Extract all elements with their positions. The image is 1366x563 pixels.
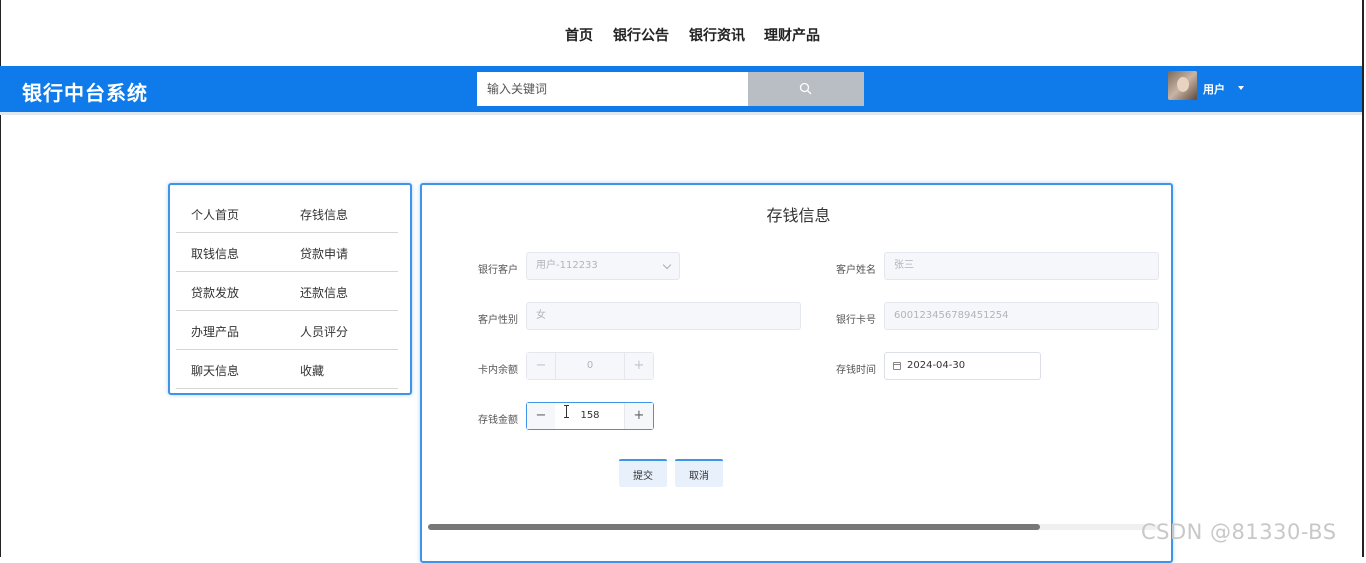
bank-customer-value: 用户-112233 — [536, 260, 598, 271]
deposit-form-panel: 存钱信息 银行客户 用户-112233 客户姓名 张三 客户性别 女 银行卡号 … — [420, 183, 1173, 563]
header-bar: 银行中台系统 用户 — [0, 66, 1362, 112]
nav-announcements[interactable]: 银行公告 — [613, 25, 669, 45]
amount-label: 存钱金额 — [478, 415, 518, 426]
page-title: 存钱信息 — [766, 206, 831, 225]
search-button[interactable] — [748, 72, 864, 106]
chevron-down-icon — [662, 260, 672, 270]
search-icon — [799, 82, 812, 95]
bank-customer-label: 银行客户 — [478, 265, 518, 276]
submit-button[interactable]: 提交 — [619, 459, 667, 487]
plus-icon[interactable]: + — [624, 353, 653, 379]
bank-customer-select[interactable]: 用户-112233 — [526, 252, 680, 280]
card-number-field[interactable]: 600123456789451254 — [884, 302, 1159, 330]
plus-icon[interactable]: + — [624, 403, 653, 429]
card-number-value: 600123456789451254 — [894, 310, 1009, 321]
watermark: CSDN @81330-BS — [1141, 520, 1337, 544]
sidebar-row: 聊天信息 收藏 — [176, 349, 398, 389]
sidebar-row: 办理产品 人员评分 — [176, 310, 398, 350]
nav-finance-products[interactable]: 理财产品 — [764, 25, 820, 45]
minus-icon[interactable]: − — [527, 403, 556, 429]
amount-stepper[interactable]: − 158 + — [526, 402, 654, 430]
sidebar-row: 贷款发放 还款信息 — [176, 271, 398, 311]
sidebar-item-handle-product[interactable]: 办理产品 — [191, 323, 239, 340]
calendar-icon — [893, 362, 901, 370]
customer-name-field[interactable]: 张三 — [884, 252, 1159, 280]
sidebar-row: 个人首页 存钱信息 — [176, 193, 398, 233]
sidebar-item-chat-info[interactable]: 聊天信息 — [191, 362, 239, 379]
sidebar-menu: 个人首页 存钱信息 取钱信息 贷款申请 贷款发放 还款信息 办理产品 人员评分 … — [168, 183, 412, 395]
gender-value: 女 — [536, 310, 546, 321]
site-title: 银行中台系统 — [22, 81, 148, 105]
minus-icon[interactable]: − — [527, 353, 556, 379]
sidebar-item-repayment-info[interactable]: 还款信息 — [300, 284, 348, 301]
gender-field[interactable]: 女 — [526, 302, 801, 330]
customer-name-label: 客户姓名 — [836, 265, 876, 276]
sidebar-item-withdraw-info[interactable]: 取钱信息 — [191, 245, 239, 262]
deposit-time-value: 2024-04-30 — [907, 360, 966, 371]
top-nav: 首页 银行公告 银行资讯 理财产品 — [0, 0, 1366, 66]
cancel-button[interactable]: 取消 — [675, 459, 723, 487]
caret-down-icon[interactable] — [1238, 86, 1244, 90]
deposit-time-label: 存钱时间 — [836, 365, 876, 376]
card-number-label: 银行卡号 — [836, 315, 876, 326]
header-divider — [0, 112, 1362, 115]
sidebar-item-deposit-info[interactable]: 存钱信息 — [300, 206, 348, 223]
nav-home[interactable]: 首页 — [565, 25, 593, 45]
customer-name-value: 张三 — [894, 260, 914, 271]
sidebar-row: 取钱信息 贷款申请 — [176, 232, 398, 272]
sidebar-item-loan-apply[interactable]: 贷款申请 — [300, 245, 348, 262]
sidebar-item-loan-issue[interactable]: 贷款发放 — [191, 284, 239, 301]
balance-value: 0 — [586, 360, 594, 371]
balance-stepper[interactable]: − 0 + — [526, 352, 654, 380]
gender-label: 客户性别 — [478, 315, 518, 326]
sidebar-item-favorites[interactable]: 收藏 — [300, 362, 324, 379]
search-input[interactable] — [477, 72, 748, 106]
text-cursor-icon — [564, 405, 569, 418]
user-menu-label[interactable]: 用户 — [1203, 81, 1225, 97]
balance-label: 卡内余额 — [478, 365, 518, 376]
horizontal-scrollbar[interactable] — [428, 524, 1158, 530]
sidebar-item-personal-home[interactable]: 个人首页 — [191, 206, 239, 223]
scrollbar-thumb[interactable] — [428, 524, 1040, 530]
nav-news[interactable]: 银行资讯 — [689, 25, 745, 45]
sidebar-item-staff-rating[interactable]: 人员评分 — [300, 323, 348, 340]
avatar[interactable] — [1168, 71, 1197, 100]
deposit-time-picker[interactable]: 2024-04-30 — [884, 352, 1041, 380]
window-frame-right — [1362, 0, 1364, 557]
